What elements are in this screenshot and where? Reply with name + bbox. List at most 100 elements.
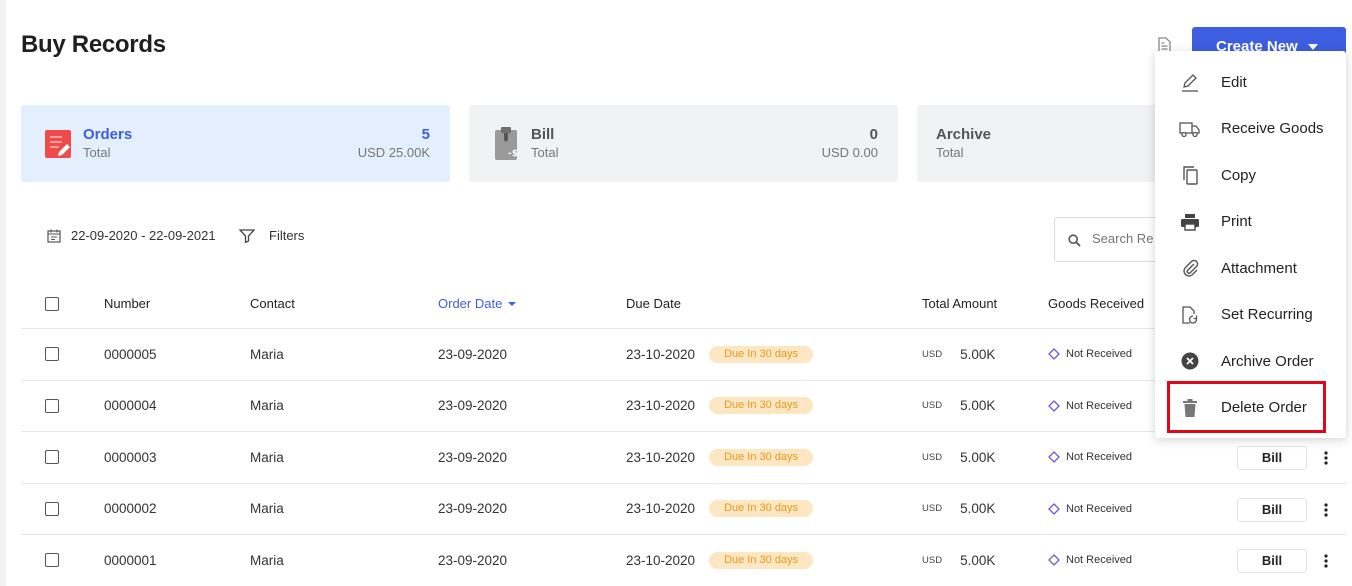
row-goods-received: Not Received <box>1048 329 1132 380</box>
more-vertical-icon[interactable] <box>1323 449 1329 467</box>
diamond-status-icon <box>1048 451 1060 464</box>
menu-label: Print <box>1221 213 1252 231</box>
goods-status-text: Not Received <box>1066 348 1133 361</box>
truck-icon <box>1179 118 1201 140</box>
page-title: Buy Records <box>21 31 166 58</box>
more-vertical-icon[interactable] <box>1323 552 1329 570</box>
date-range-text: 22-09-2020 - 22-09-2021 <box>71 228 216 243</box>
amount-value: 5.00K <box>960 398 996 414</box>
copy-icon <box>1179 164 1201 186</box>
chevron-down-icon <box>1307 44 1318 51</box>
bill-card-count: 0 <box>869 126 878 143</box>
header-order-date[interactable]: Order Date <box>438 279 517 328</box>
row-goods-received: Not Received <box>1048 432 1132 483</box>
records-table: Number Contact Order Date Due Date Total… <box>21 279 1346 586</box>
currency-code: USD <box>922 503 943 515</box>
row-due-date-cell: 23-10-2020 Due In 30 days <box>626 535 814 586</box>
goods-status-text: Not Received <box>1066 502 1133 515</box>
row-checkbox[interactable] <box>45 535 59 586</box>
row-contact: Maria <box>250 346 284 362</box>
more-vertical-icon[interactable] <box>1323 501 1329 519</box>
row-checkbox[interactable] <box>45 329 59 380</box>
row-total-amount: USD 5.00K <box>922 484 995 535</box>
orders-card[interactable]: Orders Total 5 USD 25.00K <box>21 105 450 182</box>
menu-item-edit[interactable]: Edit <box>1155 59 1346 106</box>
row-goods-received: Not Received <box>1048 381 1132 432</box>
search-field[interactable] <box>1054 217 1164 262</box>
row-checkbox[interactable] <box>45 381 59 432</box>
row-total-amount: USD 5.00K <box>922 535 995 586</box>
select-all-checkbox[interactable] <box>45 279 59 328</box>
orders-card-title: Orders <box>83 126 133 143</box>
menu-item-print[interactable]: Print <box>1155 199 1346 246</box>
table-row[interactable]: 0000003 Maria 23-09-2020 23-10-2020 Due In 3… <box>21 432 1346 484</box>
archive-card-title: Archive <box>936 126 992 143</box>
delete-order-highlight-box <box>1167 381 1326 433</box>
archive-card[interactable]: Archive Total <box>917 105 1177 182</box>
search-input[interactable] <box>1092 231 1163 246</box>
bill-button[interactable]: Bill <box>1237 446 1307 470</box>
bill-button[interactable]: Bill <box>1237 549 1307 573</box>
menu-label: Set Recurring <box>1221 306 1313 324</box>
diamond-status-icon <box>1048 348 1060 361</box>
goods-status-text: Not Received <box>1066 399 1133 412</box>
header-contact[interactable]: Contact <box>250 279 295 328</box>
orders-document-icon <box>45 130 71 158</box>
header-total-amount[interactable]: Total Amount <box>922 279 997 328</box>
row-number: 0000001 <box>104 552 157 568</box>
date-range-picker[interactable]: 22-09-2020 - 22-09-2021 <box>47 228 216 243</box>
row-contact: Maria <box>250 552 284 568</box>
bill-button[interactable]: Bill <box>1237 497 1307 522</box>
menu-label: Copy <box>1221 166 1257 184</box>
bill-card[interactable]: -$ Bill Total 0 USD 0.00 <box>469 105 898 182</box>
table-row[interactable]: 0000002 Maria 23-09-2020 23-10-2020 Due In 3… <box>21 484 1346 535</box>
row-checkbox[interactable] <box>45 432 59 483</box>
calendar-icon <box>47 229 61 243</box>
row-contact: Maria <box>250 449 284 465</box>
row-order-date: 23-09-2020 <box>438 501 508 517</box>
row-total-amount: USD 5.00K <box>922 381 995 432</box>
table-row[interactable]: 0000004 Maria 23-09-2020 23-10-2020 Due In 3… <box>21 381 1346 432</box>
menu-item-receive-goods[interactable]: Receive Goods <box>1155 106 1346 153</box>
row-due-date-cell: 23-10-2020 Due In 30 days <box>626 484 814 535</box>
header-goods-received[interactable]: Goods Received <box>1048 279 1144 328</box>
row-number: 0000002 <box>104 501 157 517</box>
archive-card-sub: Total <box>936 145 964 160</box>
filters-button[interactable]: Filters <box>239 228 304 243</box>
row-order-date: 23-09-2020 <box>438 346 508 362</box>
row-due-date: 23-10-2020 <box>626 501 696 517</box>
amount-value: 5.00K <box>960 552 996 568</box>
menu-label: Archive Order <box>1221 352 1314 370</box>
currency-code: USD <box>922 348 943 360</box>
diamond-status-icon <box>1048 399 1060 412</box>
search-icon <box>1068 234 1081 247</box>
menu-item-archive-order[interactable]: Archive Order <box>1155 338 1346 385</box>
bill-card-sub: Total <box>531 145 559 160</box>
header-number[interactable]: Number <box>104 279 150 328</box>
printer-icon <box>1179 211 1201 233</box>
funnel-icon <box>239 228 255 243</box>
menu-item-copy[interactable]: Copy <box>1155 152 1346 199</box>
amount-value: 5.00K <box>960 449 996 465</box>
row-total-amount: USD 5.00K <box>922 432 995 483</box>
pencil-icon <box>1179 71 1201 93</box>
table-row[interactable]: 0000001 Maria 23-09-2020 23-10-2020 Due In 3… <box>21 535 1346 586</box>
row-number: 0000004 <box>104 398 157 414</box>
menu-item-set-recurring[interactable]: Set Recurring <box>1155 292 1346 339</box>
row-due-date: 23-10-2020 <box>626 398 696 414</box>
row-order-date: 23-09-2020 <box>438 398 508 414</box>
menu-item-attachment[interactable]: Attachment <box>1155 245 1346 292</box>
row-contact: Maria <box>250 398 284 414</box>
row-checkbox[interactable] <box>45 484 59 535</box>
menu-label: Edit <box>1221 73 1247 91</box>
paperclip-icon <box>1179 257 1201 279</box>
sort-down-icon <box>508 301 517 306</box>
table-row[interactable]: 0000005 Maria 23-09-2020 23-10-2020 Due In 3… <box>21 329 1346 381</box>
due-status-badge: Due In 30 days <box>709 500 814 518</box>
header-due-date[interactable]: Due Date <box>626 279 681 328</box>
row-contact: Maria <box>250 501 284 517</box>
amount-value: 5.00K <box>960 501 996 517</box>
row-goods-received: Not Received <box>1048 535 1132 586</box>
diamond-status-icon <box>1048 502 1060 515</box>
currency-code: USD <box>922 554 943 566</box>
